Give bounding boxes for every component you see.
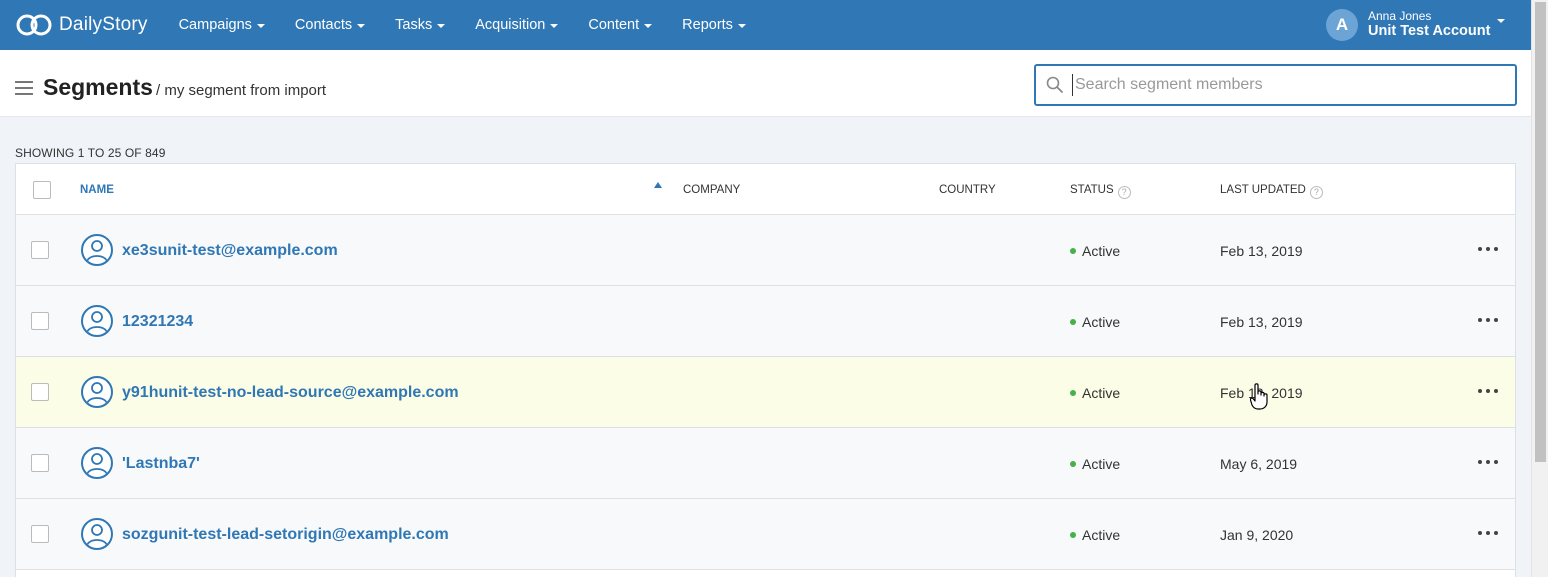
infinity-logo-icon: [16, 14, 52, 36]
status-badge: Active: [1070, 314, 1120, 330]
nav-content[interactable]: Content: [588, 0, 653, 50]
last-updated-date: May 6, 2019: [1220, 456, 1298, 472]
hamburger-menu-icon[interactable]: [15, 81, 33, 99]
user-avatar-icon: [81, 234, 113, 266]
last-updated-date: Jan 9, 2020: [1220, 527, 1294, 543]
status-badge: Active: [1070, 456, 1120, 472]
column-header-status[interactable]: STATUS?: [1070, 184, 1131, 199]
nav-tasks-label: Tasks: [395, 17, 433, 33]
brand-logo[interactable]: DailyStory: [15, 0, 148, 50]
user-avatar-icon: [81, 518, 113, 550]
nav-contacts[interactable]: Contacts: [294, 0, 366, 50]
status-label: Active: [1082, 527, 1121, 543]
caret-down-icon: [1497, 19, 1505, 23]
page-scrollbar[interactable]: [1531, 0, 1548, 577]
nav-acquisition[interactable]: Acquisition: [475, 0, 559, 50]
user-avatar: A: [1326, 9, 1358, 41]
breadcrumb: / my segment from import: [156, 82, 327, 99]
user-account: Unit Test Account: [1368, 22, 1491, 39]
member-name-link[interactable]: y91hunit-test-no-lead-source@example.com: [122, 384, 459, 402]
member-name-link[interactable]: 12321234: [122, 313, 193, 331]
status-badge: Active: [1070, 527, 1120, 543]
nav-campaigns-label: Campaigns: [178, 17, 252, 33]
page-header: Segments / my segment from import: [0, 50, 1531, 117]
page-title: Segments: [43, 74, 153, 100]
more-horizontal-icon[interactable]: [1478, 237, 1498, 261]
column-header-company[interactable]: COMPANY: [683, 184, 740, 196]
nav-contacts-label: Contacts: [294, 17, 353, 33]
caret-down-icon: [737, 24, 746, 28]
scrollbar-thumb[interactable]: [1535, 2, 1546, 462]
user-info: Anna Jones Unit Test Account: [1368, 10, 1490, 39]
hand-pointer-icon: [1250, 383, 1268, 410]
top-navigation-bar: DailyStory Campaigns Contacts Tasks Acqu…: [0, 0, 1531, 50]
results-count: SHOWING 1 TO 25 OF 849: [15, 146, 166, 160]
nav-reports-label: Reports: [682, 17, 733, 33]
caret-down-icon: [437, 24, 446, 28]
nav-reports[interactable]: Reports: [682, 0, 746, 50]
status-label: Active: [1082, 456, 1121, 472]
select-all-checkbox[interactable]: [33, 181, 51, 199]
caret-down-icon: [256, 24, 265, 28]
brand-name: DailyStory: [59, 14, 148, 35]
table-row[interactable]: 'Lastnba7' Active May 6, 2019: [16, 428, 1515, 499]
status-label: Active: [1082, 243, 1121, 259]
caret-down-icon: [357, 24, 366, 28]
member-name-link[interactable]: xe3sunit-test@example.com: [122, 242, 338, 260]
column-header-status-label: STATUS: [1070, 184, 1114, 196]
nav-content-label: Content: [588, 17, 640, 33]
last-updated-date: Feb 13, 2019: [1220, 243, 1303, 259]
status-label: Active: [1082, 314, 1121, 330]
search-box: [1034, 64, 1517, 106]
column-header-last-updated[interactable]: LAST UPDATED?: [1220, 184, 1323, 199]
more-horizontal-icon[interactable]: [1478, 379, 1498, 403]
status-dot-icon: [1070, 461, 1076, 467]
main-menu: Campaigns Contacts Tasks Acquisition Con…: [179, 0, 776, 50]
more-horizontal-icon[interactable]: [1478, 308, 1498, 332]
more-horizontal-icon[interactable]: [1478, 450, 1498, 474]
row-checkbox[interactable]: [31, 312, 49, 330]
members-table: NAME COMPANY COUNTRY STATUS? LAST UPDATE…: [15, 163, 1516, 577]
row-checkbox[interactable]: [31, 454, 49, 472]
status-dot-icon: [1070, 319, 1076, 325]
user-menu[interactable]: A Anna Jones Unit Test Account: [1326, 0, 1505, 50]
table-row[interactable]: y91hunit-test-no-lead-source@example.com…: [16, 357, 1515, 428]
status-dot-icon: [1070, 532, 1076, 538]
search-input[interactable]: [1072, 74, 1502, 96]
sort-ascending-icon[interactable]: [654, 182, 662, 188]
member-name-link[interactable]: sozgunit-test-lead-setorigin@example.com: [122, 526, 449, 544]
row-checkbox[interactable]: [31, 383, 49, 401]
last-updated-date: Feb 13, 2019: [1220, 314, 1303, 330]
question-circle-icon[interactable]: ?: [1309, 186, 1323, 199]
table-row[interactable]: xe3sunit-test@example.com Active Feb 13,…: [16, 215, 1515, 286]
status-badge: Active: [1070, 243, 1120, 259]
more-horizontal-icon[interactable]: [1478, 521, 1498, 545]
nav-tasks[interactable]: Tasks: [395, 0, 446, 50]
search-icon: [1046, 76, 1063, 93]
caret-down-icon: [644, 24, 653, 28]
caret-down-icon: [550, 24, 559, 28]
nav-campaigns[interactable]: Campaigns: [179, 0, 265, 50]
nav-acquisition-label: Acquisition: [475, 17, 546, 33]
user-avatar-icon: [81, 447, 113, 479]
table-row[interactable]: 12321234 Active Feb 13, 2019: [16, 286, 1515, 357]
column-header-last-updated-label: LAST UPDATED: [1220, 184, 1306, 196]
question-circle-icon[interactable]: ?: [1117, 186, 1131, 199]
status-badge: Active: [1070, 385, 1120, 401]
row-checkbox[interactable]: [31, 241, 49, 259]
table-row[interactable]: sozgunit-test-lead-setorigin@example.com…: [16, 499, 1515, 570]
user-name: Anna Jones: [1368, 9, 1432, 24]
user-avatar-icon: [81, 376, 113, 408]
status-dot-icon: [1070, 390, 1076, 396]
column-header-country[interactable]: COUNTRY: [939, 184, 996, 196]
row-checkbox[interactable]: [31, 525, 49, 543]
member-name-link[interactable]: 'Lastnba7': [122, 455, 200, 473]
column-header-name[interactable]: NAME: [80, 184, 114, 196]
user-avatar-icon: [81, 305, 113, 337]
status-dot-icon: [1070, 248, 1076, 254]
table-header: NAME COMPANY COUNTRY STATUS? LAST UPDATE…: [16, 164, 1515, 215]
status-label: Active: [1082, 385, 1121, 401]
